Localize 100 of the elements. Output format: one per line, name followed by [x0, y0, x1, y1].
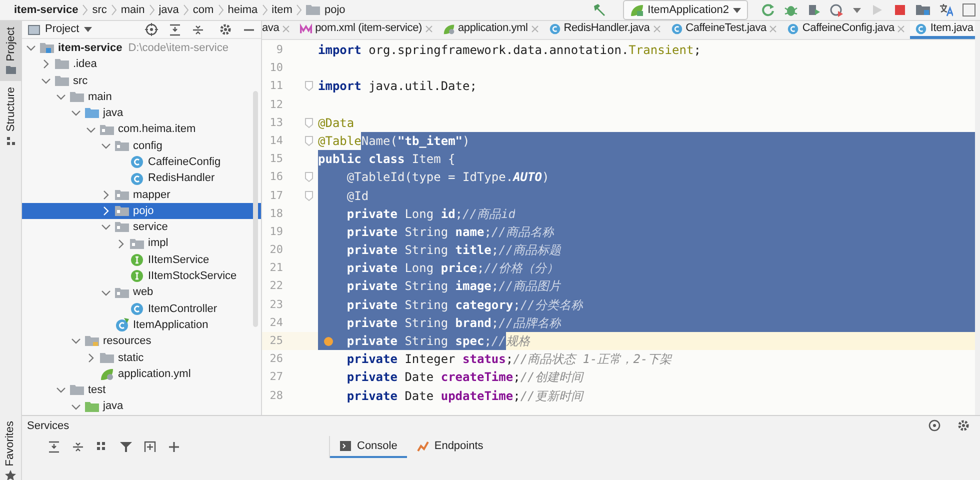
leaf-icon — [100, 367, 114, 382]
settings-icon[interactable] — [957, 419, 970, 432]
editor-tab[interactable]: pom.xml (item-service) — [295, 21, 438, 39]
chevron-icon[interactable] — [86, 124, 96, 135]
side-tab[interactable]: Project — [0, 21, 22, 82]
editor-tab[interactable]: Item.java — [910, 21, 975, 39]
tree-item[interactable]: mapper — [22, 186, 261, 203]
rerun-icon[interactable] — [761, 3, 775, 17]
translate-icon[interactable] — [939, 3, 953, 17]
chevron-icon[interactable] — [101, 140, 111, 151]
tree-item[interactable]: resources — [22, 333, 261, 350]
chevron-icon[interactable] — [41, 59, 51, 70]
line-number: 14 — [268, 132, 283, 149]
panel-tab[interactable]: Console — [330, 436, 408, 458]
chevron-icon[interactable] — [101, 222, 111, 232]
chevron-icon[interactable] — [71, 108, 81, 118]
caret-icon[interactable] — [853, 8, 861, 12]
hammer-icon[interactable] — [592, 3, 606, 17]
run-config-dropdown[interactable]: ItemApplication2 — [622, 0, 748, 20]
chevron-icon[interactable] — [26, 43, 36, 54]
tree-item[interactable]: pojo — [22, 202, 261, 220]
code-text: private String image;//商品图片 — [318, 277, 562, 296]
scrollbar[interactable] — [253, 91, 258, 327]
chevron-icon[interactable] — [101, 206, 111, 216]
collapse-all-icon[interactable] — [192, 24, 204, 36]
breadcrumb[interactable]: com — [192, 2, 214, 18]
chevron-icon[interactable] — [86, 352, 96, 363]
class-icon — [130, 172, 144, 186]
tree-item[interactable]: application.yml — [22, 366, 261, 382]
side-tab[interactable]: Structure — [0, 81, 22, 152]
folder-icon — [115, 286, 129, 300]
class-icon — [130, 155, 144, 170]
leaf-icon — [630, 3, 644, 17]
tree-item[interactable]: ItemApplication — [22, 317, 261, 334]
tree-item[interactable]: IItemService — [22, 252, 261, 268]
tree-item[interactable]: config — [22, 138, 261, 154]
breadcrumb[interactable]: item-service — [14, 2, 78, 18]
folder-icon — [100, 122, 114, 137]
caret-icon — [84, 27, 92, 32]
collapse-all-icon[interactable] — [72, 440, 84, 453]
tree-item[interactable]: static — [22, 350, 261, 366]
chevron-icon[interactable] — [116, 238, 126, 249]
breadcrumb[interactable]: heima — [228, 2, 258, 18]
panel-tab[interactable]: Endpoints — [407, 436, 494, 458]
settings-icon[interactable] — [219, 23, 232, 36]
tree-item[interactable]: IItemStockService — [22, 268, 261, 284]
chevron-icon[interactable] — [101, 190, 111, 200]
filter-icon[interactable] — [120, 440, 132, 453]
panel-title-dropdown[interactable]: Project — [28, 21, 92, 38]
breadcrumb[interactable]: java — [158, 2, 179, 18]
chevron-icon[interactable] — [71, 402, 81, 412]
folder-icon — [115, 188, 129, 202]
module-icon — [40, 41, 54, 56]
tree-item[interactable]: ItemController — [22, 300, 261, 318]
chevron-icon[interactable] — [56, 385, 66, 396]
stop-icon[interactable] — [893, 3, 907, 17]
tree-item[interactable]: web — [22, 284, 261, 301]
chevron-icon[interactable] — [101, 288, 111, 298]
tree-item[interactable]: item-service D:\code\item-service — [22, 40, 261, 56]
tree-item[interactable]: test — [22, 382, 261, 399]
editor-tab[interactable]: application.yml — [438, 21, 544, 39]
editor-tab[interactable]: CaffeineConfig.java — [782, 21, 910, 39]
tree-item[interactable]: RedisHandler — [22, 170, 261, 187]
locate-icon[interactable] — [928, 419, 941, 432]
breadcrumb[interactable]: src — [92, 2, 107, 18]
breadcrumb[interactable]: pojo — [306, 2, 346, 18]
tree-item[interactable]: impl — [22, 236, 261, 252]
tree-item[interactable]: main — [22, 88, 261, 106]
panel-icon[interactable] — [962, 3, 976, 17]
tree-item[interactable]: CaffeineConfig — [22, 154, 261, 170]
group-icon[interactable] — [96, 440, 108, 453]
chevron-icon[interactable] — [56, 92, 66, 102]
editor-tab[interactable]: RedisHandler.java — [544, 21, 666, 39]
breadcrumb[interactable]: item — [272, 2, 292, 18]
terminal-icon — [340, 440, 352, 452]
tree-item[interactable]: service — [22, 219, 261, 236]
chevron-icon[interactable] — [71, 336, 81, 346]
code-text: public class Item { — [318, 150, 456, 168]
add-panel-icon[interactable] — [144, 440, 156, 453]
tree-item[interactable]: src — [22, 72, 261, 89]
folder-icon — [6, 65, 16, 76]
locate-icon[interactable] — [145, 23, 158, 36]
chevron-icon[interactable] — [41, 76, 51, 86]
breadcrumb[interactable]: main — [120, 2, 145, 18]
editor-tab[interactable]: CaffeineTest.java — [666, 21, 782, 39]
expand-all-icon[interactable] — [48, 440, 60, 453]
expand-all-icon[interactable] — [169, 24, 181, 36]
folder-icon — [115, 138, 129, 153]
tree-item[interactable]: com.heima.item — [22, 121, 261, 138]
folder-icon — [70, 383, 84, 398]
folder-icon[interactable] — [916, 3, 930, 17]
bug-icon[interactable] — [784, 3, 798, 17]
add-icon[interactable] — [168, 440, 180, 453]
tree-item[interactable]: .idea — [22, 56, 261, 73]
side-tab[interactable]: Favorites — [0, 414, 22, 480]
caret-icon — [733, 8, 741, 12]
tree-item[interactable]: java — [22, 398, 261, 415]
folder-icon — [100, 350, 114, 365]
tree-item[interactable]: java — [22, 105, 261, 122]
editor-tab[interactable]: ava — [262, 21, 296, 39]
